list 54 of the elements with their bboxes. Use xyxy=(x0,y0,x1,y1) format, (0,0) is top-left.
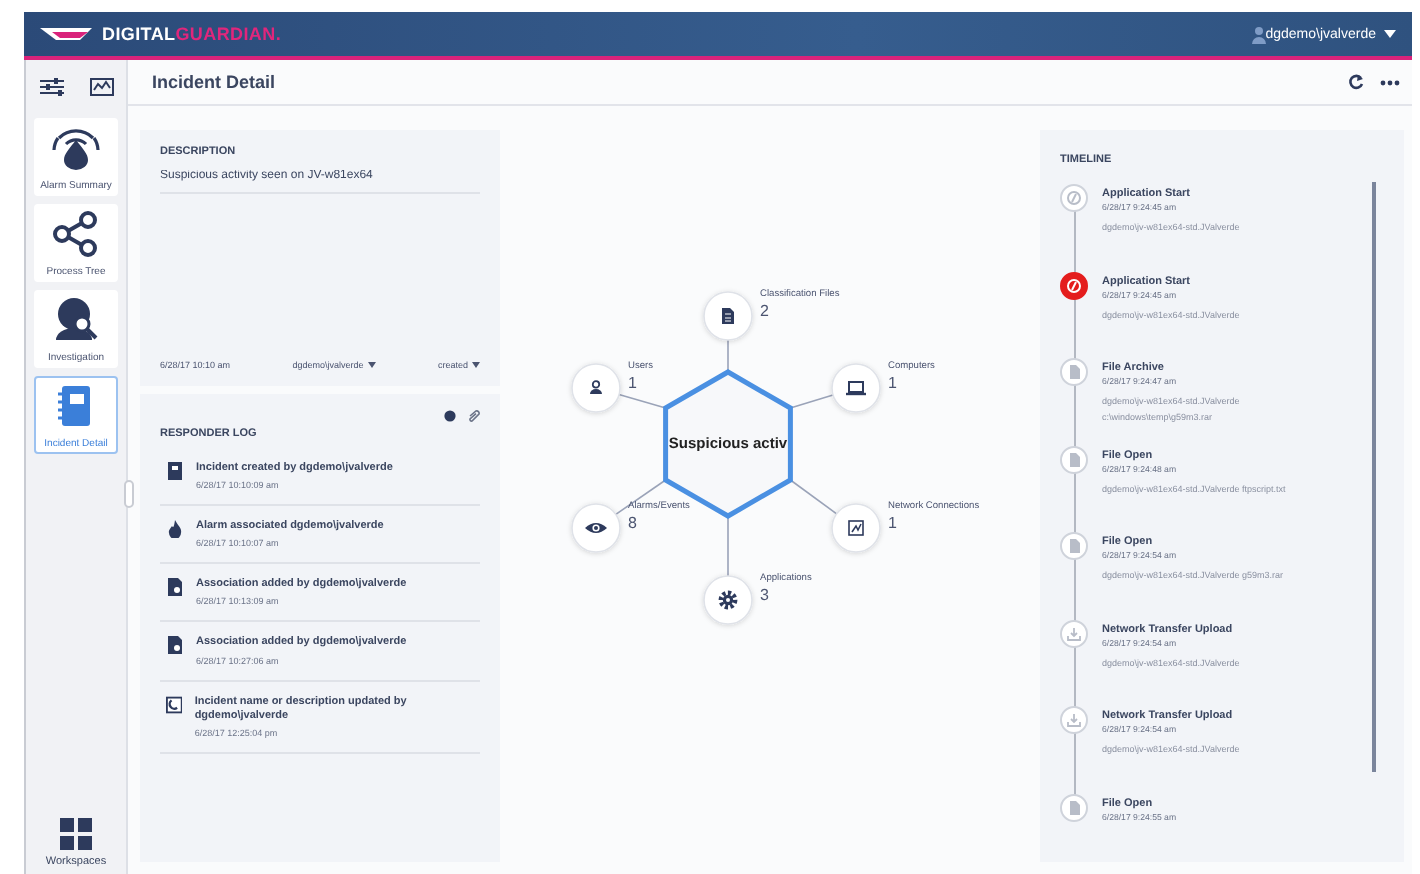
flame-icon xyxy=(166,520,184,539)
logo-text: DIGITALGUARDIAN. xyxy=(102,24,282,44)
document-icon xyxy=(1066,451,1082,467)
node-count: 1 xyxy=(888,514,897,532)
user-icon xyxy=(1251,25,1266,43)
connector-line xyxy=(789,479,838,515)
connector-line xyxy=(727,515,729,577)
node-count: 8 xyxy=(628,514,637,532)
eye-icon xyxy=(585,523,607,533)
app-circle-icon xyxy=(1066,190,1082,206)
refresh-icon[interactable] xyxy=(1348,74,1364,90)
page-title: Incident Detail xyxy=(152,72,276,92)
person-magnifier-icon xyxy=(52,295,100,343)
network-icon xyxy=(848,520,864,536)
signal-drop-icon xyxy=(52,123,100,171)
sliders-icon[interactable] xyxy=(39,77,63,95)
document-link-icon xyxy=(166,578,184,597)
connector-line xyxy=(789,394,834,409)
graph-node[interactable] xyxy=(571,363,621,413)
document-icon xyxy=(722,308,734,324)
caret-icon xyxy=(367,362,376,368)
laptop-icon xyxy=(846,381,866,396)
connector-line xyxy=(727,339,729,373)
logo-wing-icon xyxy=(40,26,92,42)
comment-icon[interactable] xyxy=(444,410,456,422)
node-count: 1 xyxy=(628,374,637,392)
document-link-icon xyxy=(166,636,184,655)
graph-node[interactable] xyxy=(703,291,753,341)
scrollbar[interactable] xyxy=(1372,182,1376,772)
chart-monitor-icon[interactable] xyxy=(89,77,113,95)
graph-node[interactable] xyxy=(703,575,753,625)
graph-node[interactable] xyxy=(831,503,881,553)
node-count: 1 xyxy=(888,374,897,392)
share-nodes-icon xyxy=(52,209,100,257)
connector-line xyxy=(618,393,667,409)
document-icon xyxy=(1066,538,1082,554)
user-icon xyxy=(590,380,602,394)
notebook-icon xyxy=(166,462,184,480)
node-count: 2 xyxy=(760,302,769,320)
tray-arrow-icon xyxy=(1066,712,1082,728)
graph-node[interactable] xyxy=(571,503,621,553)
document-icon xyxy=(1066,799,1082,815)
app-circle-icon xyxy=(1066,277,1082,293)
more-icon[interactable] xyxy=(1380,79,1400,85)
gear-icon xyxy=(718,590,738,610)
caret-icon xyxy=(1384,30,1396,38)
node-count: 3 xyxy=(760,586,769,604)
grid-icon xyxy=(60,818,92,850)
document-icon xyxy=(1066,364,1082,380)
graph-node[interactable] xyxy=(831,363,881,413)
tray-arrow-icon xyxy=(1066,625,1082,641)
document-edit-icon xyxy=(166,695,183,714)
caret-icon xyxy=(471,362,480,368)
paperclip-icon[interactable] xyxy=(468,410,480,424)
